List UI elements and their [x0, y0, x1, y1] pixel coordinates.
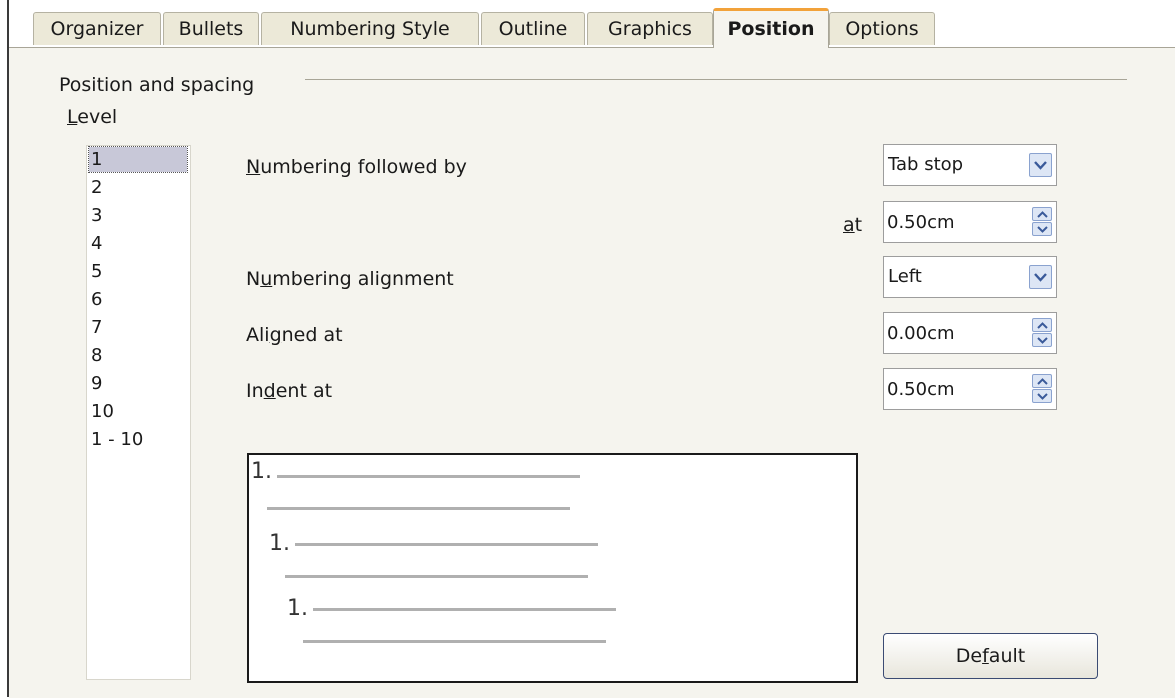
aligned-at-spin-buttons — [1032, 318, 1052, 348]
numbering-followed-by-dropdown[interactable]: Tab stop — [883, 144, 1057, 186]
aligned-at-pre: Ali — [246, 324, 270, 346]
numbering-followed-by-label: Numbering followed by — [246, 156, 467, 178]
default-button-pre: De — [955, 645, 983, 667]
at-label-rest: t — [854, 214, 863, 236]
chevron-up-icon[interactable] — [1032, 318, 1052, 332]
tab-organizer[interactable]: Organizer — [33, 12, 161, 45]
tab-bar: Organizer Bullets Numbering Style Outlin… — [9, 0, 1175, 48]
level-item-9[interactable]: 9 — [89, 371, 187, 396]
aligned-at-rest: ned at — [281, 324, 343, 346]
indent-at-rest: ent at — [275, 380, 333, 402]
window-left-border — [0, 0, 9, 697]
numbering-alignment-dropdown[interactable]: Left — [883, 256, 1057, 298]
preview-number-level1: 1. — [251, 459, 272, 484]
level-label-mnemonic: L — [67, 106, 78, 128]
aligned-at-input[interactable] — [885, 314, 1027, 352]
default-button-mnemonic: f — [982, 645, 989, 667]
level-label-rest: evel — [77, 106, 118, 128]
level-item-all[interactable]: 1 - 10 — [89, 427, 187, 452]
preview-line — [285, 575, 588, 578]
numbering-alignment-rest: mbering alignment — [272, 268, 454, 290]
level-item-6[interactable]: 6 — [89, 287, 187, 312]
numbering-followed-by-rest: umbering followed by — [260, 156, 467, 178]
numbering-followed-by-value: Tab stop — [888, 154, 964, 175]
aligned-at-mnemonic: g — [269, 324, 282, 346]
position-panel: Position and spacing Level 1 2 3 4 5 6 7… — [9, 47, 1175, 698]
at-input[interactable] — [885, 203, 1027, 241]
chevron-down-icon[interactable] — [1032, 333, 1052, 347]
preview-number-level2: 1. — [269, 531, 290, 556]
preview-line — [295, 543, 598, 546]
chevron-down-icon[interactable] — [1029, 153, 1052, 177]
tab-numbering-style[interactable]: Numbering Style — [261, 12, 479, 45]
numbering-followed-by-mnemonic: N — [246, 156, 261, 178]
at-spin-buttons — [1032, 207, 1052, 237]
at-label: at — [843, 214, 862, 236]
preview-line — [303, 640, 606, 643]
numbering-alignment-value: Left — [888, 266, 922, 287]
default-button-rest: ault — [988, 645, 1026, 667]
level-item-5[interactable]: 5 — [89, 259, 187, 284]
level-label: Level — [67, 106, 117, 128]
chevron-down-icon[interactable] — [1032, 222, 1052, 236]
level-item-3[interactable]: 3 — [89, 203, 187, 228]
at-spinbox[interactable] — [883, 201, 1057, 243]
aligned-at-spinbox[interactable] — [883, 312, 1057, 354]
level-item-10[interactable]: 10 — [89, 399, 187, 424]
preview-line — [267, 507, 570, 510]
indent-at-pre: In — [246, 380, 264, 402]
preview-line — [313, 608, 616, 611]
level-item-7[interactable]: 7 — [89, 315, 187, 340]
chevron-down-icon[interactable] — [1029, 265, 1052, 289]
section-title: Position and spacing — [59, 74, 255, 96]
tab-position[interactable]: Position — [713, 8, 829, 48]
level-item-1[interactable]: 1 — [88, 146, 188, 173]
tab-options[interactable]: Options — [829, 12, 935, 45]
aligned-at-label: Aligned at — [246, 324, 343, 346]
chevron-up-icon[interactable] — [1032, 207, 1052, 221]
numbering-preview: 1. 1. 1. — [247, 453, 858, 683]
numbering-alignment-mnemonic: u — [260, 268, 273, 290]
chevron-up-icon[interactable] — [1032, 374, 1052, 388]
tab-graphics[interactable]: Graphics — [587, 12, 713, 45]
at-label-mnemonic: a — [843, 214, 855, 236]
level-item-8[interactable]: 8 — [89, 343, 187, 368]
numbering-alignment-pre: N — [246, 268, 261, 290]
preview-line — [277, 475, 580, 478]
tab-bullets[interactable]: Bullets — [163, 12, 259, 45]
indent-at-spinbox[interactable] — [883, 368, 1057, 410]
indent-at-input[interactable] — [885, 370, 1027, 408]
section-divider — [305, 79, 1127, 80]
indent-at-label: Indent at — [246, 380, 332, 402]
level-list[interactable]: 1 2 3 4 5 6 7 8 9 10 1 - 10 — [86, 145, 191, 680]
default-button[interactable]: Default — [883, 633, 1098, 679]
chevron-down-icon[interactable] — [1032, 389, 1052, 403]
tab-outline[interactable]: Outline — [481, 12, 585, 45]
indent-at-mnemonic: d — [263, 380, 276, 402]
preview-number-level3: 1. — [287, 596, 308, 621]
indent-at-spin-buttons — [1032, 374, 1052, 404]
numbering-alignment-label: Numbering alignment — [246, 268, 454, 290]
level-item-4[interactable]: 4 — [89, 231, 187, 256]
level-item-2[interactable]: 2 — [89, 175, 187, 200]
